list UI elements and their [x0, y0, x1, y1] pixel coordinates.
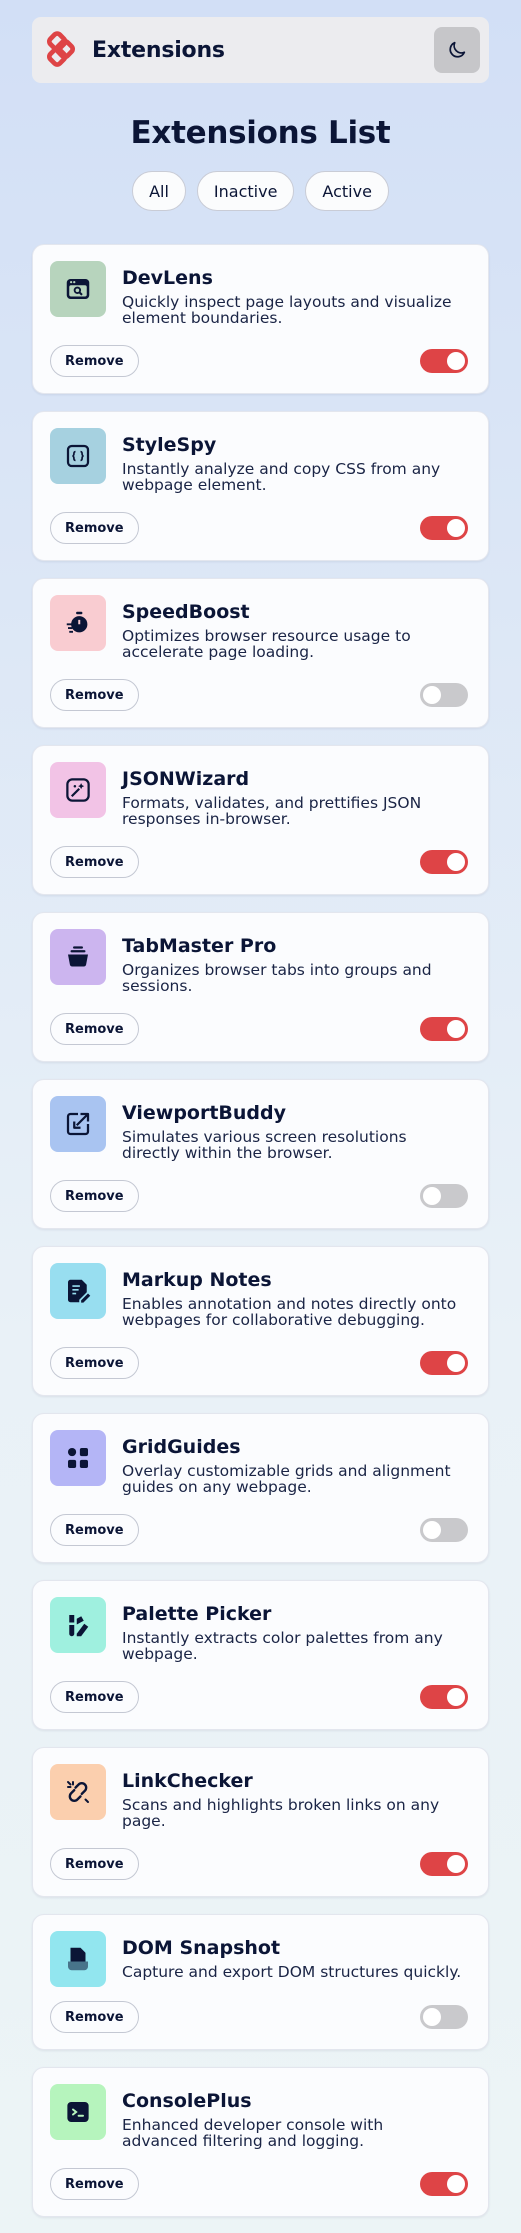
- consoleplus-icon: [50, 2084, 106, 2140]
- toggle-knob: [447, 519, 465, 537]
- toggle-knob: [423, 2008, 441, 2026]
- top-bar: Extensions: [32, 17, 489, 83]
- remove-button[interactable]: Remove: [50, 1848, 139, 1880]
- extension-name: StyleSpy: [122, 434, 217, 456]
- active-toggle[interactable]: [420, 516, 468, 540]
- extension-card-markup-notes: Markup Notes Enables annotation and notes…: [32, 1246, 489, 1396]
- extension-name: Markup Notes: [122, 1269, 272, 1291]
- extensions-list: DevLens Quickly inspect page layouts and …: [32, 244, 489, 2217]
- toggle-knob: [447, 1354, 465, 1372]
- extension-card-stylespy: StyleSpy Instantly analyze and copy CSS f…: [32, 411, 489, 561]
- remove-button[interactable]: Remove: [50, 2001, 139, 2033]
- active-toggle[interactable]: [420, 349, 468, 373]
- extension-description: Enhanced developer console with advanced…: [122, 2116, 384, 2150]
- extension-description: Scans and highlights broken links on any…: [122, 1796, 440, 1830]
- extension-name: DOM Snapshot: [122, 1937, 281, 1959]
- active-toggle[interactable]: [420, 850, 468, 874]
- linkchecker-icon: [50, 1764, 106, 1820]
- active-toggle[interactable]: [420, 1184, 468, 1208]
- extension-card-dom-snapshot: DOM Snapshot Capture and export DOM struc…: [32, 1914, 489, 2050]
- toggle-knob: [423, 686, 441, 704]
- extension-card-linkchecker: LinkChecker Scans and highlights broken l…: [32, 1747, 489, 1897]
- extension-name: DevLens: [122, 267, 213, 289]
- remove-button[interactable]: Remove: [50, 2168, 139, 2200]
- extension-name: JSONWizard: [122, 768, 250, 790]
- app-name: Extensions: [92, 37, 225, 63]
- active-toggle[interactable]: [420, 1017, 468, 1041]
- extension-card-consoleplus: ConsolePlus Enhanced developer console wi…: [32, 2067, 489, 2217]
- extension-name: Palette Picker: [122, 1603, 272, 1625]
- extension-description: Enables annotation and notes directly on…: [122, 1295, 457, 1329]
- remove-button[interactable]: Remove: [50, 1347, 139, 1379]
- toggle-knob: [447, 1855, 465, 1873]
- active-toggle[interactable]: [420, 683, 468, 707]
- toggle-knob: [447, 352, 465, 370]
- remove-button[interactable]: Remove: [50, 679, 139, 711]
- stylespy-icon: [50, 428, 106, 484]
- extension-description: Organizes browser tabs into groups and s…: [122, 961, 432, 995]
- extension-card-viewportbuddy: ViewportBuddy Simulates various screen re…: [32, 1079, 489, 1229]
- extension-description: Capture and export DOM structures quickl…: [122, 1963, 462, 1981]
- filter-active-button[interactable]: Active: [305, 171, 389, 211]
- extension-name: SpeedBoost: [122, 601, 250, 623]
- remove-button[interactable]: Remove: [50, 846, 139, 878]
- extension-description: Quickly inspect page layouts and visuali…: [122, 293, 452, 327]
- dom-snapshot-icon: [50, 1931, 106, 1987]
- theme-toggle-button[interactable]: [434, 27, 480, 73]
- page-title: Extensions List: [130, 115, 391, 151]
- filter-bar: All Inactive Active: [32, 171, 489, 211]
- gridguides-icon: [50, 1430, 106, 1486]
- active-toggle[interactable]: [420, 1685, 468, 1709]
- extension-card-gridguides: GridGuides Overlay customizable grids and…: [32, 1413, 489, 1563]
- remove-button[interactable]: Remove: [50, 1681, 139, 1713]
- active-toggle[interactable]: [420, 1518, 468, 1542]
- extension-card-devlens: DevLens Quickly inspect page layouts and …: [32, 244, 489, 394]
- remove-button[interactable]: Remove: [50, 1514, 139, 1546]
- extension-name: TabMaster Pro: [122, 935, 277, 957]
- toggle-knob: [423, 1521, 441, 1539]
- extension-card-speedboost: SpeedBoost Optimizes browser resource usa…: [32, 578, 489, 728]
- jsonwizard-icon: [50, 762, 106, 818]
- speedboost-icon: [50, 595, 106, 651]
- active-toggle[interactable]: [420, 2005, 468, 2029]
- extension-card-palette-picker: Palette Picker Instantly extracts color p…: [32, 1580, 489, 1730]
- extension-name: ViewportBuddy: [122, 1102, 287, 1124]
- filter-all-button[interactable]: All: [132, 171, 186, 211]
- remove-button[interactable]: Remove: [50, 1180, 139, 1212]
- devlens-icon: [50, 261, 106, 317]
- extension-name: GridGuides: [122, 1436, 241, 1458]
- filter-inactive-button[interactable]: Inactive: [196, 171, 295, 211]
- extension-name: LinkChecker: [122, 1770, 253, 1792]
- remove-button[interactable]: Remove: [50, 1013, 139, 1045]
- moon-icon: [449, 41, 466, 58]
- extension-description: Instantly extracts color palettes from a…: [122, 1629, 443, 1663]
- brand[interactable]: Extensions: [42, 31, 225, 69]
- extension-description: Overlay customizable grids and alignment…: [122, 1462, 451, 1496]
- toggle-knob: [423, 1187, 441, 1205]
- active-toggle[interactable]: [420, 1852, 468, 1876]
- extension-card-jsonwizard: JSONWizard Formats, validates, and pretti…: [32, 745, 489, 895]
- toggle-knob: [447, 1688, 465, 1706]
- active-toggle[interactable]: [420, 1351, 468, 1375]
- extension-description: Instantly analyze and copy CSS from any …: [122, 460, 441, 494]
- remove-button[interactable]: Remove: [50, 512, 139, 544]
- toggle-knob: [447, 1020, 465, 1038]
- viewportbuddy-icon: [50, 1096, 106, 1152]
- markup-notes-icon: [50, 1263, 106, 1319]
- tabmaster-icon: [50, 929, 106, 985]
- extension-description: Formats, validates, and prettifies JSON …: [122, 794, 422, 828]
- extension-card-tabmaster-pro: TabMaster Pro Organizes browser tabs into…: [32, 912, 489, 1062]
- extension-description: Simulates various screen resolutions dir…: [122, 1128, 407, 1162]
- brand-logo-icon: [46, 31, 76, 67]
- extension-name: ConsolePlus: [122, 2090, 252, 2112]
- palette-picker-icon: [50, 1597, 106, 1653]
- remove-button[interactable]: Remove: [50, 345, 139, 377]
- active-toggle[interactable]: [420, 2172, 468, 2196]
- toggle-knob: [447, 853, 465, 871]
- extension-description: Optimizes browser resource usage to acce…: [122, 627, 411, 661]
- toggle-knob: [447, 2175, 465, 2193]
